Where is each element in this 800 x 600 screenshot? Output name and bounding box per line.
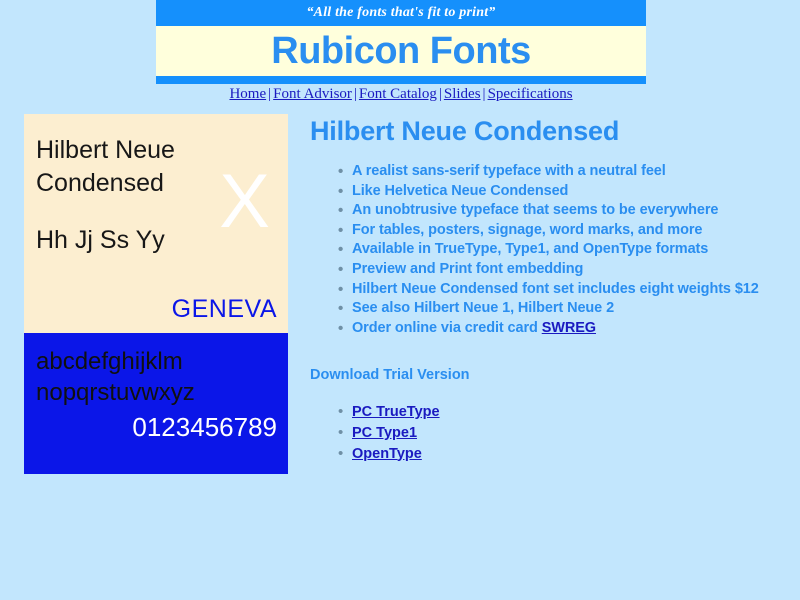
nav-item-font-advisor[interactable]: Font Advisor [273,86,352,102]
swreg-link[interactable]: SWREG [542,320,596,336]
feature-text: See also Hilbert Neue 1, Hilbert Neue 2 [352,300,615,317]
site-tagline: “All the fonts that's fit to print” [306,5,496,20]
site-title: Rubicon Fonts [271,30,531,72]
feature-text: Preview and Print font embedding [352,260,584,277]
feature-text: An unobtrusive typeface that seems to be… [352,202,719,219]
feature-text: Available in TrueType, Type1, and OpenTy… [352,241,709,258]
masthead: “All the fonts that's fit to print” Rubi… [156,0,646,84]
main-navigation: Home | Font Advisor | Font Catalog | Slides | Sp… [156,84,646,104]
page-title: Hilbert Neue Condensed [310,116,620,146]
list-item: A realist sans-serif typeface with a neu… [338,162,780,182]
font-specimen-card: Hilbert Neue Condensed Hh Jj Ss Yy X GEN… [24,114,288,474]
specimen-upper-panel: Hilbert Neue Condensed Hh Jj Ss Yy X GEN… [24,114,288,333]
feature-text: For tables, posters, signage, word marks… [352,221,703,238]
nav-separator: | [353,86,357,102]
nav-item-font-catalog[interactable]: Font Catalog [359,86,437,102]
download-link-opentype[interactable]: OpenType [352,446,422,462]
specimen-lower-panel: abcdefghijklm nopqrstuvwxyz 0123456789 [24,333,288,474]
nav-item-home[interactable]: Home [229,86,266,102]
feature-list: A realist sans-serif typeface with a neu… [310,162,780,338]
feature-text: Like Helvetica Neue Condensed [352,182,569,199]
specimen-font-name: Hilbert Neue Condensed [36,136,175,197]
download-link-pc-truetype[interactable]: PC TrueType [352,404,440,420]
nav-separator: | [438,86,442,102]
title-bar: Rubicon Fonts [156,26,646,76]
download-link-pc-type1[interactable]: PC Type1 [352,425,417,441]
nav-item-specifications[interactable]: Specifications [488,86,573,102]
list-item: Hilbert Neue Condensed font set includes… [338,280,780,300]
main-content: Hilbert Neue Condensed A realist sans-se… [310,114,780,464]
header-rule [156,76,646,84]
feature-text: Hilbert Neue Condensed font set includes… [352,280,759,297]
list-item: Order online via credit card SWREG [338,319,780,339]
list-item: For tables, posters, signage, word marks… [338,221,780,241]
download-list: PC TrueType PC Type1 OpenType [310,402,780,464]
list-item: Like Helvetica Neue Condensed [338,182,780,202]
nav-item-slides[interactable]: Slides [444,86,481,102]
feature-text: A realist sans-serif typeface with a neu… [352,163,666,179]
download-section-heading: Download Trial Version [310,367,470,384]
list-item: Available in TrueType, Type1, and OpenTy… [338,240,780,260]
specimen-alphabet: abcdefghijklm nopqrstuvwxyz [36,348,195,406]
specimen-sample-letter: X [219,159,270,244]
list-item: See also Hilbert Neue 1, Hilbert Neue 2 [338,299,780,319]
specimen-digits: 0123456789 [132,412,277,442]
nav-separator: | [482,86,486,102]
list-item: An unobtrusive typeface that seems to be… [338,201,780,221]
specimen-letter-pairs: Hh Jj Ss Yy [36,226,165,254]
list-item: Preview and Print font embedding [338,260,780,280]
tagline-bar: “All the fonts that's fit to print” [156,0,646,26]
list-item: PC TrueType [338,402,780,423]
feature-text: Order online via credit card [352,319,542,336]
list-item: PC Type1 [338,423,780,444]
specimen-foundry-name: GENEVA [171,295,277,323]
list-item: OpenType [338,444,780,465]
